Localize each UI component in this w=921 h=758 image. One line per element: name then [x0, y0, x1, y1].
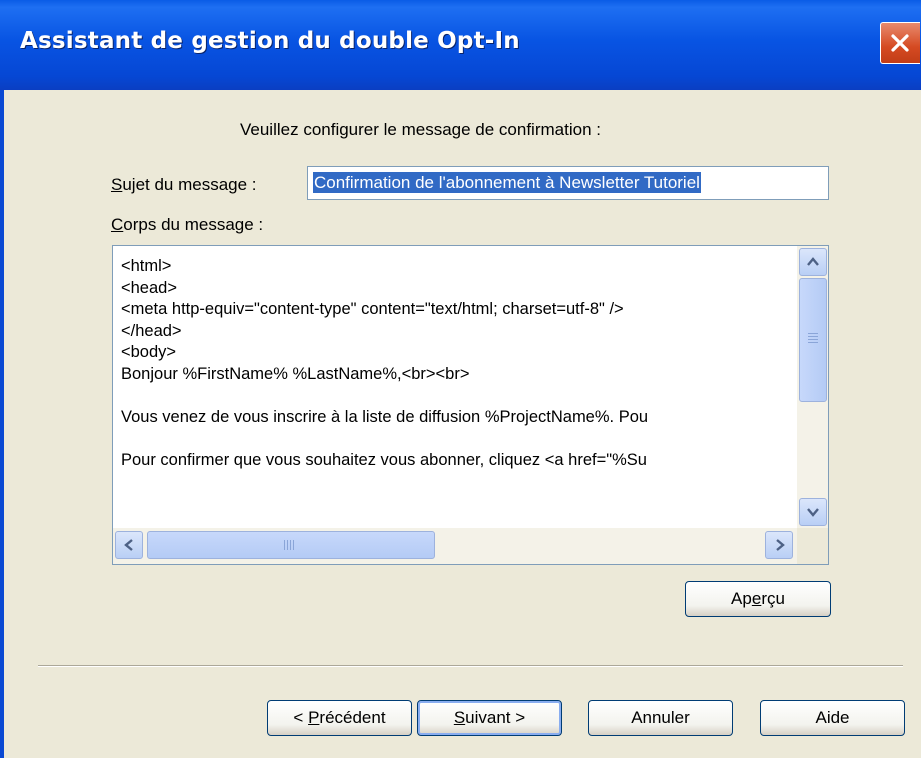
cancel-button[interactable]: Annuler [588, 700, 733, 736]
subject-input[interactable]: Confirmation de l'abonnement à Newslette… [307, 166, 829, 200]
vertical-scrollbar[interactable] [797, 246, 828, 528]
subject-value: Confirmation de l'abonnement à Newslette… [313, 172, 701, 193]
chevron-up-icon [807, 257, 819, 266]
close-button[interactable] [880, 22, 920, 64]
chevron-down-icon [807, 508, 819, 517]
close-icon [891, 34, 909, 52]
divider [38, 665, 903, 667]
scroll-left-button[interactable] [115, 531, 143, 559]
scroll-down-button[interactable] [799, 498, 827, 526]
vertical-scroll-thumb[interactable] [799, 278, 827, 402]
previous-button[interactable]: < Précédent [267, 700, 412, 736]
window-title: Assistant de gestion du double Opt-In [20, 28, 520, 54]
scrollbar-corner [797, 528, 828, 564]
chevron-left-icon [124, 539, 133, 551]
help-button[interactable]: Aide [760, 700, 905, 736]
window-border [0, 90, 4, 758]
horizontal-scrollbar[interactable] [113, 528, 797, 564]
title-bar[interactable]: Assistant de gestion du double Opt-In [0, 0, 921, 90]
scroll-right-button[interactable] [765, 531, 793, 559]
instruction-text: Veuillez configurer le message de confir… [240, 120, 601, 139]
next-button[interactable]: Suivant > [417, 700, 562, 736]
subject-label: Sujet du message : [111, 175, 257, 194]
chevron-right-icon [776, 539, 785, 551]
preview-button[interactable]: Aperçu [685, 581, 831, 617]
dialog-window: Assistant de gestion du double Opt-In Ve… [0, 0, 921, 758]
scroll-up-button[interactable] [799, 248, 827, 276]
message-body-textarea[interactable]: <html> <head> <meta http-equiv="content-… [112, 245, 829, 565]
horizontal-scroll-thumb[interactable] [147, 531, 435, 559]
message-body-content: <html> <head> <meta http-equiv="content-… [121, 257, 649, 469]
body-label: Corps du message : [111, 215, 264, 234]
